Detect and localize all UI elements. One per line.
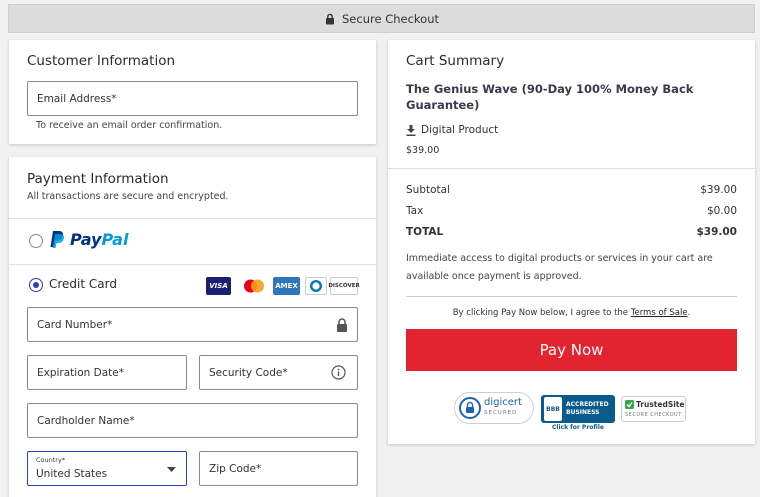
access-note: Immediate access to digital products or … — [406, 253, 713, 282]
cardholder-name-label: Cardholder Name* — [37, 414, 135, 427]
cart-summary-title: Cart Summary — [406, 53, 505, 69]
divider — [406, 296, 737, 297]
secure-checkout-bar: Secure Checkout — [8, 4, 755, 33]
secure-checkout-title: Secure Checkout — [342, 11, 439, 26]
terms-text: By clicking Pay Now below, I agree to th… — [406, 308, 737, 318]
digicert-sub: SECURED — [484, 410, 518, 416]
product-type: Digital Product — [406, 124, 498, 136]
terms-suffix: . — [687, 308, 691, 318]
customer-information-card: Customer Information Email Address* To r… — [9, 40, 376, 144]
email-field[interactable]: Email Address* — [27, 81, 358, 116]
total-row: TOTAL $39.00 — [406, 226, 737, 238]
expiration-date-field[interactable]: Expiration Date* — [27, 355, 187, 390]
trustedsite-badge[interactable]: TrustedSite SECURE CHECKOUT — [621, 396, 686, 422]
security-code-label: Security Code* — [209, 366, 288, 379]
email-label: Email Address* — [37, 92, 117, 105]
total-value: $39.00 — [696, 226, 737, 238]
payment-information-card: Payment Information All transactions are… — [9, 157, 376, 497]
customer-information-title: Customer Information — [27, 53, 176, 69]
cardholder-name-field[interactable]: Cardholder Name* — [27, 403, 358, 438]
diners-icon — [305, 277, 327, 295]
lock-icon — [337, 318, 347, 332]
trustedsite-text: TrustedSite — [636, 400, 685, 409]
bbb-badge[interactable]: BBB ACCREDITED BUSINESS — [541, 395, 615, 423]
credit-card-radio[interactable] — [29, 278, 43, 292]
expiration-date-label: Expiration Date* — [37, 366, 124, 379]
card-number-field[interactable]: Card Number* — [27, 307, 358, 342]
total-label: TOTAL — [406, 226, 444, 238]
download-icon — [406, 124, 416, 136]
credit-card-label[interactable]: Credit Card — [49, 277, 117, 291]
visa-icon: VISA — [206, 277, 231, 295]
security-code-field[interactable]: Security Code* — [199, 355, 358, 390]
tax-value: $0.00 — [706, 205, 737, 217]
digicert-lock-icon — [459, 397, 481, 419]
card-number-label: Card Number* — [37, 318, 113, 331]
amex-icon: AMEX — [273, 277, 300, 295]
trustedsite-sub: SECURE CHECKOUT — [625, 412, 682, 418]
paypal-pal-text: Pal — [101, 230, 129, 249]
lock-icon — [326, 13, 334, 24]
mastercard-icon — [239, 277, 269, 295]
info-icon[interactable] — [331, 365, 346, 380]
zip-code-field[interactable]: Zip Code* — [199, 451, 358, 486]
email-hint: To receive an email order confirmation. — [36, 120, 223, 131]
divider — [9, 264, 376, 265]
product-type-label: Digital Product — [421, 124, 499, 136]
country-select[interactable]: Country* United States — [27, 451, 187, 486]
subtotal-label: Subtotal — [406, 184, 450, 196]
cart-summary-card: Cart Summary The Genius Wave (90-Day 100… — [388, 40, 755, 444]
payment-subtitle: All transactions are secure and encrypte… — [27, 191, 229, 202]
divider — [9, 218, 376, 219]
terms-of-sale-link[interactable]: Terms of Sale — [631, 308, 688, 318]
paypal-radio[interactable] — [29, 234, 43, 248]
checkmark-icon — [625, 400, 634, 409]
digicert-text: digicert — [484, 397, 522, 408]
bbb-text: ACCREDITED BUSINESS — [566, 401, 609, 416]
product-name: The Genius Wave (90-Day 100% Money Back … — [406, 82, 694, 112]
pay-now-button[interactable]: Pay Now — [406, 329, 737, 371]
subtotal-row: Subtotal $39.00 — [406, 184, 737, 196]
tax-label: Tax — [406, 205, 424, 217]
payment-information-title: Payment Information — [27, 171, 169, 187]
country-value: United States — [36, 468, 108, 480]
paypal-icon — [50, 231, 65, 248]
divider — [388, 168, 755, 169]
paypal-pay-text: Pay — [70, 230, 102, 249]
discover-icon: DISCOVER — [328, 277, 360, 295]
paypal-logo[interactable]: PayPal — [49, 230, 128, 249]
digicert-badge[interactable]: digicert SECURED — [454, 392, 534, 424]
bbb-profile-link[interactable]: Click for Profile — [541, 424, 615, 431]
product-price: $39.00 — [406, 145, 440, 156]
subtotal-value: $39.00 — [700, 184, 737, 196]
tax-row: Tax $0.00 — [406, 205, 737, 217]
bbb-logo: BBB — [544, 397, 562, 421]
terms-prefix: By clicking Pay Now below, I agree to th… — [452, 308, 631, 318]
country-label: Country* — [36, 456, 66, 464]
chevron-down-icon — [167, 467, 176, 472]
zip-code-label: Zip Code* — [209, 462, 262, 475]
